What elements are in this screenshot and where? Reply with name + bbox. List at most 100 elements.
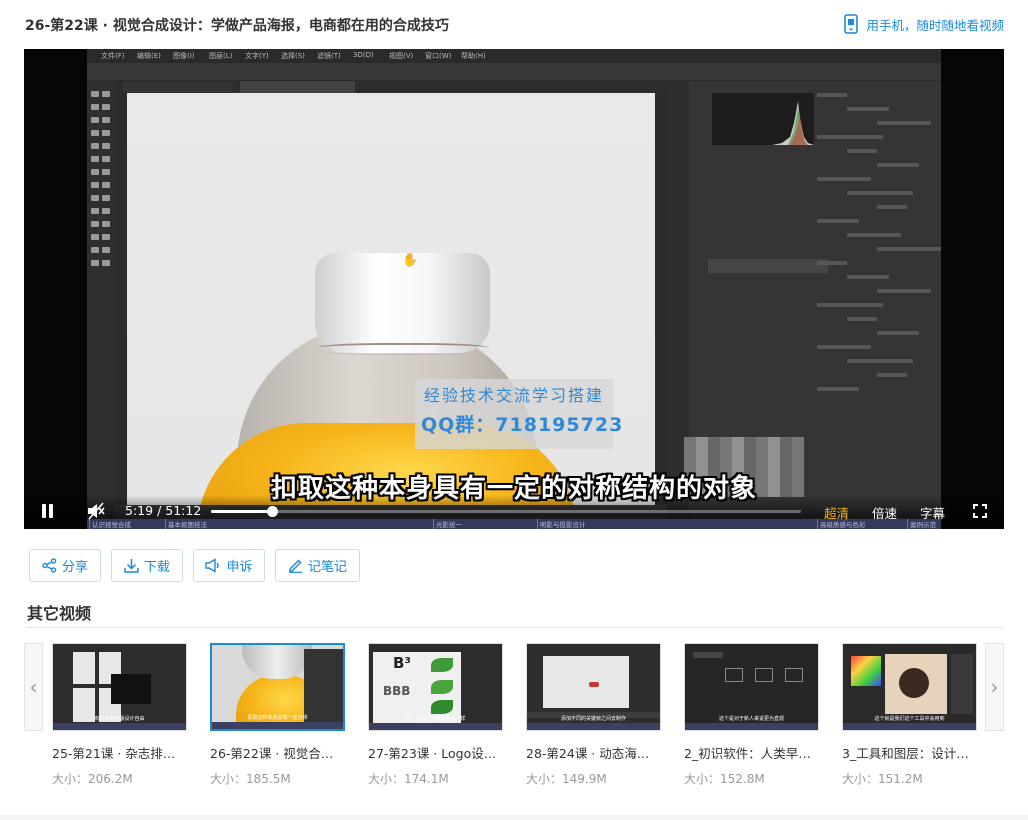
- video-card[interactable]: 添加不同的关键帧之间去制作 28-第24课 · 动态海报... 大小：149.9…: [526, 643, 661, 787]
- ps-property-field: [817, 177, 871, 181]
- page-footer-band: [0, 815, 1028, 820]
- ps-tool-icon: [102, 156, 110, 162]
- ps-menu-item: 图层(L): [209, 52, 233, 60]
- pause-button[interactable]: [41, 504, 55, 520]
- thumbnail-caption: 这个是对于新人来说更为直观: [718, 716, 784, 722]
- hand-cursor-icon: ✋: [402, 253, 419, 268]
- qq-watermark: 经验技术交流学习搭建 QQ群：718195723: [415, 379, 622, 449]
- video-card-title: 2_初识软件：人类早期...: [684, 746, 819, 761]
- speed-button[interactable]: 倍速: [872, 503, 897, 522]
- current-time: 5:19: [125, 503, 154, 518]
- ps-menu-item: 选择(S): [281, 52, 305, 60]
- download-button[interactable]: 下载: [111, 549, 183, 582]
- progress-bar[interactable]: [211, 506, 801, 517]
- ps-property-field: [847, 233, 901, 237]
- video-card-current[interactable]: 抠取这种本身具有一定对称 26-第22课 · 视觉合成... 大小：185.5M: [210, 643, 345, 787]
- fullscreen-button[interactable]: [973, 503, 987, 518]
- time-display: 5:19 / 51:12: [125, 503, 201, 518]
- ps-property-field: [847, 191, 913, 195]
- ps-tool-icon: [102, 143, 110, 149]
- appeal-label: 申诉: [226, 560, 253, 575]
- ps-property-field: [877, 121, 931, 125]
- ps-property-field: [877, 163, 919, 167]
- ps-property-field: [817, 261, 847, 265]
- ps-menu-item: 图像(I): [173, 52, 195, 60]
- pause-icon: [42, 504, 46, 518]
- video-card-size: 大小：149.9M: [526, 772, 607, 786]
- watermark-line2: QQ群：718195723: [421, 414, 624, 436]
- ps-tool-icon: [91, 260, 99, 266]
- duration: 51:12: [165, 503, 202, 518]
- ps-menu-item: 文件(F): [101, 52, 125, 60]
- appeal-button[interactable]: 申诉: [193, 549, 265, 582]
- video-thumbnail: B³ BBB 统一它的设计风格并且一样: [368, 643, 503, 731]
- thumbnail-caption: 添加不同的关键帧之间去制作: [560, 716, 626, 722]
- ps-tool-icon: [102, 195, 110, 201]
- video-card[interactable]: B³ BBB 统一它的设计风格并且一样 27-第23课 · Logo设计... …: [368, 643, 503, 787]
- ps-tool-icon: [91, 195, 99, 201]
- video-thumbnail: 抠取这种本身具有一定对称: [210, 643, 345, 731]
- ps-tool-icon: [102, 104, 110, 110]
- ps-property-field: [877, 205, 907, 209]
- video-card-size: 大小：151.2M: [842, 772, 923, 786]
- chapter-marker[interactable]: 光影统一: [433, 519, 462, 529]
- video-player[interactable]: 文件(F) 编辑(E) 图像(I) 图层(L) 文字(Y) 选择(S) 滤镜(T) 3D(D)…: [24, 49, 1004, 529]
- fullscreen-icon: [973, 504, 987, 518]
- ps-property-field: [877, 331, 919, 335]
- thumbnail-caption: 统一它的设计风格并且一样: [405, 716, 466, 722]
- ps-tool-icon: [102, 247, 110, 253]
- ps-tool-icon: [102, 208, 110, 214]
- ps-menu-item: 滤镜(T): [317, 52, 341, 60]
- muted-speaker-icon: [88, 502, 105, 520]
- megaphone-icon: [205, 558, 220, 573]
- ps-tool-icon: [91, 117, 99, 123]
- thumbnail-caption: 有文字把排版设计自由: [94, 716, 145, 722]
- carousel-prev-button[interactable]: ‹: [24, 643, 43, 731]
- video-card-size: 大小：152.8M: [684, 772, 765, 786]
- video-card[interactable]: 有文字把排版设计自由 25-第21课 · 杂志排版... 大小：206.2M: [52, 643, 187, 787]
- ps-menu-item: 编辑(E): [137, 52, 161, 60]
- video-card-size: 大小：206.2M: [52, 772, 133, 786]
- video-card[interactable]: 这个就是我们这个工具中会用到 3_工具和图层：设计是... 大小：151.2M: [842, 643, 977, 787]
- video-thumbnail: 添加不同的关键帧之间去制作: [526, 643, 661, 731]
- video-card[interactable]: 这个是对于新人来说更为直观 2_初识软件：人类早期... 大小：152.8M: [684, 643, 819, 787]
- ps-layer-row: [708, 259, 828, 273]
- ps-menu-item: 文字(Y): [245, 52, 269, 60]
- page-title: 26-第22课 · 视觉合成设计：学做产品海报，电商都在用的合成技巧: [25, 18, 449, 34]
- ps-tool-icon: [102, 260, 110, 266]
- ps-tool-icon: [102, 169, 110, 175]
- caption-button[interactable]: 字幕: [920, 503, 945, 522]
- ps-property-field: [877, 247, 941, 251]
- video-card-title: 3_工具和图层：设计是...: [842, 746, 977, 761]
- ps-tool-icon: [102, 221, 110, 227]
- ps-tool-icon: [91, 247, 99, 253]
- watch-on-phone-link[interactable]: 用手机，随时随地看视频: [844, 14, 1004, 34]
- ps-property-field: [817, 387, 859, 391]
- video-thumbnail: 这个是对于新人来说更为直观: [684, 643, 819, 731]
- mute-button[interactable]: [86, 501, 106, 521]
- ps-tool-icon: [91, 221, 99, 227]
- chapter-marker[interactable]: 基本抠图技法: [165, 519, 207, 529]
- ps-tool-icon: [91, 169, 99, 175]
- ps-property-field: [847, 317, 877, 321]
- chapter-marker[interactable]: 明影与投影设计: [537, 519, 586, 529]
- video-thumbnail: 有文字把排版设计自由: [52, 643, 187, 731]
- thumbnail-caption: 抠取这种本身具有一定对称: [247, 715, 308, 721]
- ps-property-field: [817, 93, 847, 97]
- ps-tool-icon: [91, 156, 99, 162]
- ps-menu-item: 帮助(H): [461, 52, 486, 60]
- take-notes-button[interactable]: 记笔记: [275, 549, 360, 582]
- ps-tool-icon: [91, 130, 99, 136]
- chapter-strip[interactable]: 认识视觉合成 基本抠图技法 光影统一 明影与投影设计 高级质感与色彩 案例示范: [87, 519, 941, 529]
- ps-tool-icon: [91, 104, 99, 110]
- share-button[interactable]: 分享: [29, 549, 101, 582]
- ps-tool-icon: [91, 208, 99, 214]
- ps-property-field: [817, 219, 859, 223]
- watermark-line1: 经验技术交流学习搭建: [423, 386, 604, 405]
- ps-tool-icon: [102, 182, 110, 188]
- carousel-next-button[interactable]: ›: [985, 643, 1004, 731]
- quality-button[interactable]: 超清: [824, 503, 849, 522]
- time-separator: /: [157, 503, 162, 518]
- chevron-left-icon: ‹: [29, 675, 38, 699]
- take-notes-label: 记笔记: [307, 560, 347, 575]
